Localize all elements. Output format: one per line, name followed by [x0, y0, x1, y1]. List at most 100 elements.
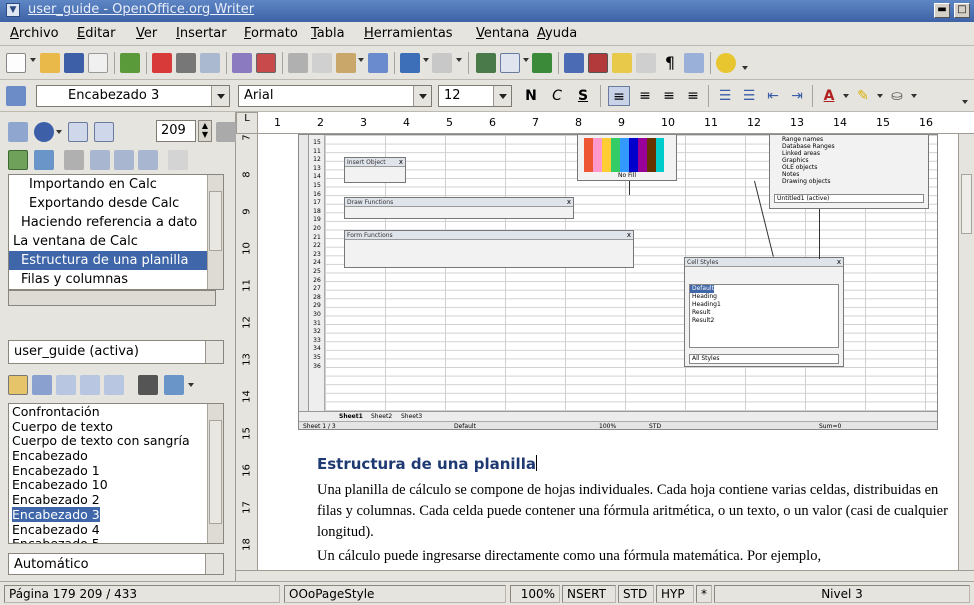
style-item[interactable]: Encabezado 10 — [9, 477, 223, 492]
new-style-dropdown-icon[interactable] — [188, 383, 194, 387]
document-page[interactable]: 15 11 12 13 14 15 16 17 18 19 20 21 22 23 24 25 26 27 28 29… — [258, 134, 958, 570]
background-dropdown-icon[interactable] — [911, 94, 917, 98]
paragraph-style-select[interactable]: Encabezado 3 — [36, 85, 230, 107]
status-page[interactable]: Página 179 209 / 433 — [4, 585, 280, 603]
clone-formatting-icon[interactable] — [368, 53, 388, 73]
menu-ayuda[interactable]: Ayuda — [537, 26, 577, 41]
next-icon[interactable] — [94, 122, 114, 142]
navigator-item[interactable]: Exportando desde Calc — [9, 194, 223, 213]
section-heading[interactable]: Estructura de una planilla — [317, 455, 537, 473]
font-color-dropdown-icon[interactable] — [843, 94, 849, 98]
cut-icon[interactable] — [288, 53, 308, 73]
navigation-target-icon[interactable] — [34, 122, 54, 142]
chevron-down-icon[interactable] — [205, 341, 223, 363]
drag-mode-icon[interactable] — [216, 122, 236, 142]
zoom-icon[interactable] — [684, 53, 704, 73]
style-item[interactable]: Confrontación — [9, 404, 223, 419]
document-vscrollbar[interactable] — [958, 134, 974, 570]
menu-herramientas[interactable]: Herramientas — [364, 26, 453, 41]
chevron-down-icon[interactable] — [205, 554, 223, 574]
gallery-icon[interactable] — [612, 53, 632, 73]
email-icon[interactable] — [88, 53, 108, 73]
menu-insertar[interactable]: Insertar — [176, 26, 227, 41]
redo-icon[interactable] — [432, 53, 452, 73]
align-left-icon[interactable]: ≡ — [608, 86, 630, 106]
style-item[interactable]: Encabezado 5 — [9, 536, 223, 543]
find-replace-icon[interactable] — [564, 53, 584, 73]
character-styles-icon[interactable] — [32, 375, 52, 395]
table-icon[interactable] — [500, 53, 520, 73]
redo-dropdown-icon[interactable] — [456, 58, 462, 62]
vertical-ruler[interactable]: 7 8 9 10 11 12 13 14 15 16 17 18 — [236, 134, 258, 570]
fill-format-icon[interactable] — [138, 375, 158, 395]
horizontal-ruler[interactable]: 1 2 3 4 5 6 7 8 9 10 11 12 13 14 15 16 — [258, 112, 974, 134]
toolbar-options-icon[interactable] — [742, 66, 748, 70]
maximize-button[interactable]: □ — [954, 3, 970, 18]
navigator-icon[interactable] — [588, 53, 608, 73]
align-center-icon[interactable]: ≡ — [634, 86, 656, 106]
styles-filter-select[interactable]: Automático — [8, 553, 224, 575]
navigator-item[interactable]: Importando en Calc — [9, 175, 223, 194]
style-item[interactable]: Encabezado 2 — [9, 492, 223, 507]
paragraph-2[interactable]: Un cálculo puede ingresarse directamente… — [317, 546, 957, 567]
menu-formato[interactable]: Formato — [244, 26, 298, 41]
page-spin-button[interactable]: ▲ ▼ — [198, 120, 212, 142]
navigator-item[interactable]: Haciendo referencia a dato — [9, 213, 223, 232]
italic-button[interactable]: C — [546, 86, 568, 106]
bold-button[interactable]: N — [520, 86, 542, 106]
paragraph-styles-icon[interactable] — [8, 375, 28, 395]
content-view-icon[interactable] — [34, 150, 54, 170]
page-styles-icon[interactable] — [80, 375, 100, 395]
styles-scrollbar[interactable] — [207, 404, 223, 543]
frame-styles-icon[interactable] — [56, 375, 76, 395]
navigator-list[interactable]: Importando en Calc Exportando desde Calc H… — [8, 174, 224, 290]
list-styles-icon[interactable] — [104, 375, 124, 395]
highlight-dropdown-icon[interactable] — [877, 94, 883, 98]
paste-dropdown-icon[interactable] — [358, 58, 364, 62]
status-zoom[interactable]: 100% — [510, 585, 560, 603]
undo-dropdown-icon[interactable] — [423, 58, 429, 62]
edit-file-icon[interactable] — [120, 53, 140, 73]
heading-levels-icon[interactable] — [168, 150, 188, 170]
new-dropdown-icon[interactable] — [30, 58, 36, 62]
page-preview-icon[interactable] — [200, 53, 220, 73]
highlight-icon[interactable]: ✎ — [852, 86, 874, 106]
new-document-icon[interactable] — [6, 53, 26, 73]
font-name-select[interactable]: Arial — [238, 85, 432, 107]
open-folder-icon[interactable] — [40, 53, 60, 73]
style-item[interactable]: Cuerpo de texto — [9, 419, 223, 434]
app-icon[interactable]: ▼ — [6, 3, 20, 17]
chevron-down-icon[interactable] — [413, 86, 431, 106]
chevron-down-icon[interactable] — [493, 86, 511, 106]
navigator-scrollbar[interactable] — [207, 175, 223, 289]
embedded-calc-screenshot[interactable]: 15 11 12 13 14 15 16 17 18 19 20 21 22 23 24 25 26 27 28 29… — [298, 134, 938, 430]
list-box-icon[interactable] — [8, 150, 28, 170]
paragraph-1[interactable]: Una planilla de cálculo se compone de ho… — [317, 480, 957, 543]
reminder-icon[interactable] — [64, 150, 84, 170]
document-hscrollbar[interactable] — [236, 570, 974, 581]
align-right-icon[interactable]: ≡ — [658, 86, 680, 106]
table-dropdown-icon[interactable] — [523, 58, 529, 62]
menu-ver[interactable]: Ver — [136, 26, 157, 41]
menu-archivo[interactable]: Archivo — [10, 26, 59, 41]
numbering-icon[interactable]: ☰ — [714, 86, 736, 106]
spellcheck-icon[interactable] — [232, 53, 252, 73]
chevron-down-icon[interactable] — [211, 86, 229, 106]
undo-icon[interactable] — [400, 53, 420, 73]
save-icon[interactable] — [64, 53, 84, 73]
menu-editar[interactable]: Editar — [77, 26, 116, 41]
menu-ventana[interactable]: Ventana — [476, 26, 529, 41]
background-color-icon[interactable]: ⛀ — [886, 86, 908, 106]
new-style-icon[interactable] — [164, 375, 184, 395]
formatting-marks-icon[interactable]: ¶ — [660, 53, 680, 73]
increase-indent-icon[interactable]: ⇥ — [786, 86, 808, 106]
navigator-item[interactable]: La ventana de Calc — [9, 232, 223, 251]
paste-icon[interactable] — [336, 53, 356, 73]
autospellcheck-icon[interactable] — [256, 53, 276, 73]
print-icon[interactable] — [176, 53, 196, 73]
anchor-icon[interactable] — [138, 150, 158, 170]
font-size-select[interactable]: 12 — [438, 85, 512, 107]
style-item[interactable]: Cuerpo de texto con sangría — [9, 433, 223, 448]
navigator-item[interactable]: Estructura de una planilla — [9, 251, 223, 270]
styles-list[interactable]: Confrontación Cuerpo de texto Cuerpo de te… — [8, 403, 224, 544]
